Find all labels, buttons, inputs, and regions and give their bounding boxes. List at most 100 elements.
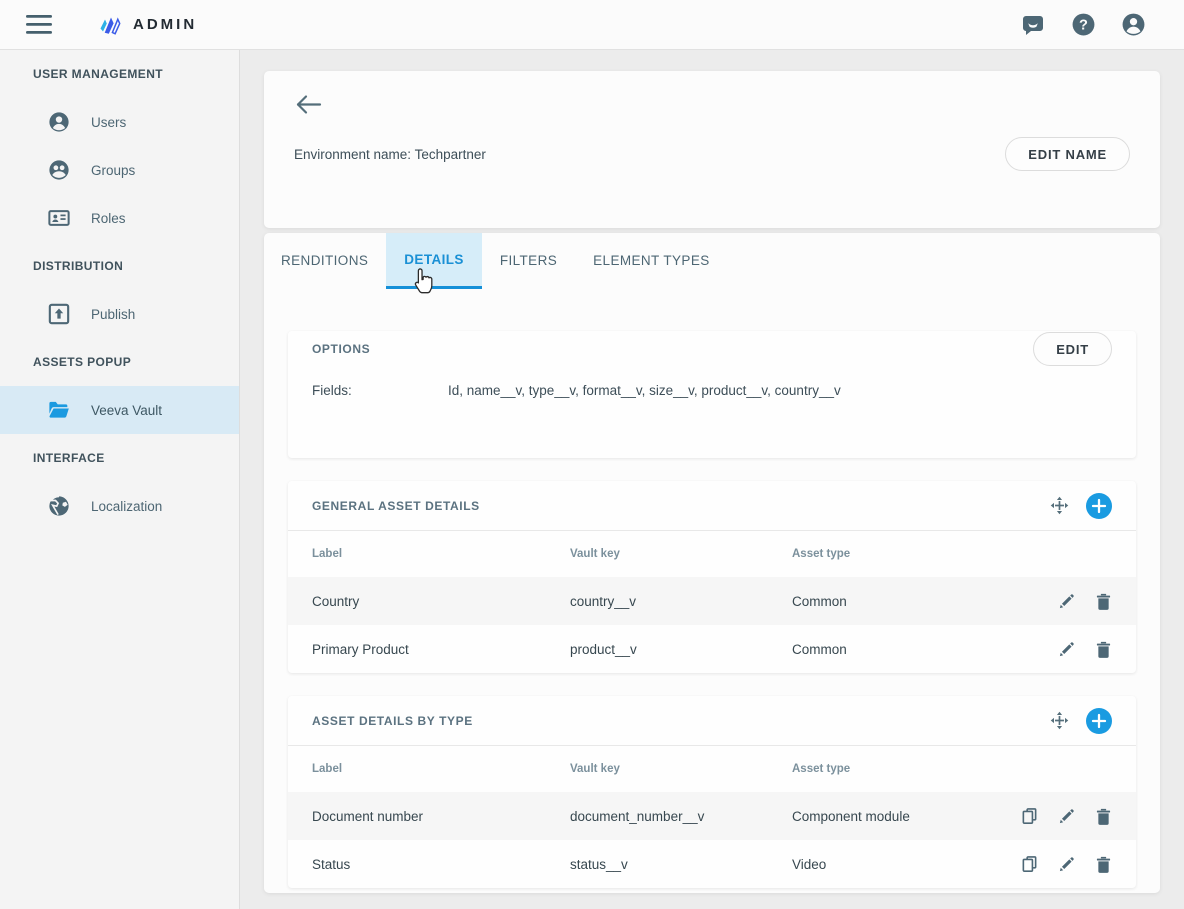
column-label: Label [312, 763, 570, 775]
row-asset-type: Video [792, 857, 1020, 872]
sidebar-item-roles[interactable]: Roles [0, 194, 239, 242]
sidebar-section-distribution: DISTRIBUTION [0, 242, 239, 290]
edit-row-button[interactable] [1057, 855, 1075, 873]
table-column-headers: Label Vault key Asset type [288, 531, 1136, 577]
copy-row-button[interactable] [1020, 807, 1038, 825]
topbar: ADMIN ? [0, 0, 1184, 50]
sidebar-item-groups[interactable]: Groups [0, 146, 239, 194]
back-button[interactable] [294, 94, 322, 116]
row-asset-type: Common [792, 594, 1057, 609]
pencil-icon [1058, 808, 1075, 825]
sidebar-item-label: Localization [91, 499, 162, 514]
brand-logo-icon [96, 12, 124, 38]
add-row-button[interactable] [1086, 708, 1112, 734]
copy-icon [1021, 807, 1038, 825]
table-column-headers: Label Vault key Asset type [288, 746, 1136, 792]
column-vault-key: Vault key [570, 763, 792, 775]
brand: ADMIN [96, 12, 197, 38]
brand-name: ADMIN [133, 16, 197, 33]
options-title: OPTIONS [312, 342, 370, 356]
asset-details-by-type-section: ASSET DETAILS BY TYPE [288, 696, 1136, 888]
trash-icon [1096, 856, 1111, 873]
environment-header-card: Environment name: Techpartner EDIT NAME [264, 71, 1160, 228]
pencil-icon [1058, 856, 1075, 873]
tab-bar: RENDITIONS DETAILS FILTERS ELEMENT TYPES [264, 233, 1160, 289]
tab-renditions[interactable]: RENDITIONS [264, 233, 386, 289]
menu-button[interactable] [26, 12, 52, 38]
row-asset-type: Common [792, 642, 1057, 657]
sidebar-item-publish[interactable]: Publish [0, 290, 239, 338]
column-vault-key: Vault key [570, 548, 792, 560]
row-label: Document number [312, 809, 570, 824]
tab-element-types[interactable]: ELEMENT TYPES [575, 233, 728, 289]
general-asset-details-section: GENERAL ASSET DETAILS [288, 481, 1136, 673]
environment-name: Environment name: Techpartner [294, 147, 486, 162]
edit-row-button[interactable] [1057, 807, 1075, 825]
column-asset-type: Asset type [792, 548, 1112, 560]
environment-name-label: Environment name: [294, 147, 411, 162]
column-asset-type: Asset type [792, 763, 1112, 775]
tab-content: OPTIONS EDIT Fields: Id, name__v, type__… [264, 289, 1160, 888]
copy-icon [1021, 855, 1038, 873]
edit-name-button[interactable]: EDIT NAME [1005, 137, 1130, 171]
delete-row-button[interactable] [1094, 640, 1112, 658]
plus-icon [1086, 493, 1112, 519]
sidebar-item-label: Users [91, 115, 126, 130]
fields-label: Fields: [312, 383, 448, 398]
trash-icon [1096, 808, 1111, 825]
folder-open-icon [48, 399, 70, 421]
table-row: Primary Product product__v Common [288, 625, 1136, 673]
trash-icon [1096, 593, 1111, 610]
reorder-section-button[interactable] [1049, 496, 1069, 516]
delete-row-button[interactable] [1094, 807, 1112, 825]
roles-badge-icon [48, 207, 70, 229]
groups-icon [48, 159, 70, 181]
sidebar-section-assets-popup: ASSETS POPUP [0, 338, 239, 386]
copy-row-button[interactable] [1020, 855, 1038, 873]
table-row: Country country__v Common [288, 577, 1136, 625]
delete-row-button[interactable] [1094, 592, 1112, 610]
main-content: Environment name: Techpartner EDIT NAME … [240, 50, 1184, 909]
details-card: RENDITIONS DETAILS FILTERS ELEMENT TYPES… [264, 233, 1160, 893]
row-vault-key: status__v [570, 857, 792, 872]
help-button[interactable]: ? [1070, 12, 1096, 38]
topbar-actions: ? [1020, 12, 1158, 38]
reorder-section-button[interactable] [1049, 711, 1069, 731]
sidebar-section-interface: INTERFACE [0, 434, 239, 482]
user-icon [48, 111, 70, 133]
publish-icon [48, 303, 70, 325]
move-icon [1050, 496, 1069, 515]
sidebar-item-veeva-vault[interactable]: Veeva Vault [0, 386, 239, 434]
tab-details[interactable]: DETAILS [386, 233, 482, 289]
row-label: Primary Product [312, 642, 570, 657]
sidebar: USER MANAGEMENT Users Groups Roles DISTR… [0, 50, 240, 909]
hamburger-icon [26, 15, 52, 34]
edit-row-button[interactable] [1057, 640, 1075, 658]
general-asset-details-title: GENERAL ASSET DETAILS [312, 499, 480, 513]
globe-icon [48, 495, 70, 517]
account-icon [1121, 12, 1146, 37]
edit-row-button[interactable] [1057, 592, 1075, 610]
sidebar-item-label: Publish [91, 307, 135, 322]
row-vault-key: document_number__v [570, 809, 792, 824]
sidebar-item-label: Roles [91, 211, 126, 226]
pencil-icon [1058, 641, 1075, 658]
account-button[interactable] [1120, 12, 1146, 38]
delete-row-button[interactable] [1094, 855, 1112, 873]
add-row-button[interactable] [1086, 493, 1112, 519]
sidebar-item-localization[interactable]: Localization [0, 482, 239, 530]
feedback-button[interactable] [1020, 12, 1046, 38]
plus-icon [1086, 708, 1112, 734]
trash-icon [1096, 641, 1111, 658]
column-label: Label [312, 548, 570, 560]
row-vault-key: product__v [570, 642, 792, 657]
environment-name-value: Techpartner [415, 147, 486, 162]
options-section: OPTIONS EDIT Fields: Id, name__v, type__… [288, 331, 1136, 458]
row-label: Country [312, 594, 570, 609]
fields-value: Id, name__v, type__v, format__v, size__v… [448, 383, 841, 398]
edit-options-button[interactable]: EDIT [1033, 332, 1112, 366]
tab-filters[interactable]: FILTERS [482, 233, 575, 289]
move-icon [1050, 711, 1069, 730]
sidebar-item-label: Veeva Vault [91, 403, 162, 418]
sidebar-item-users[interactable]: Users [0, 98, 239, 146]
